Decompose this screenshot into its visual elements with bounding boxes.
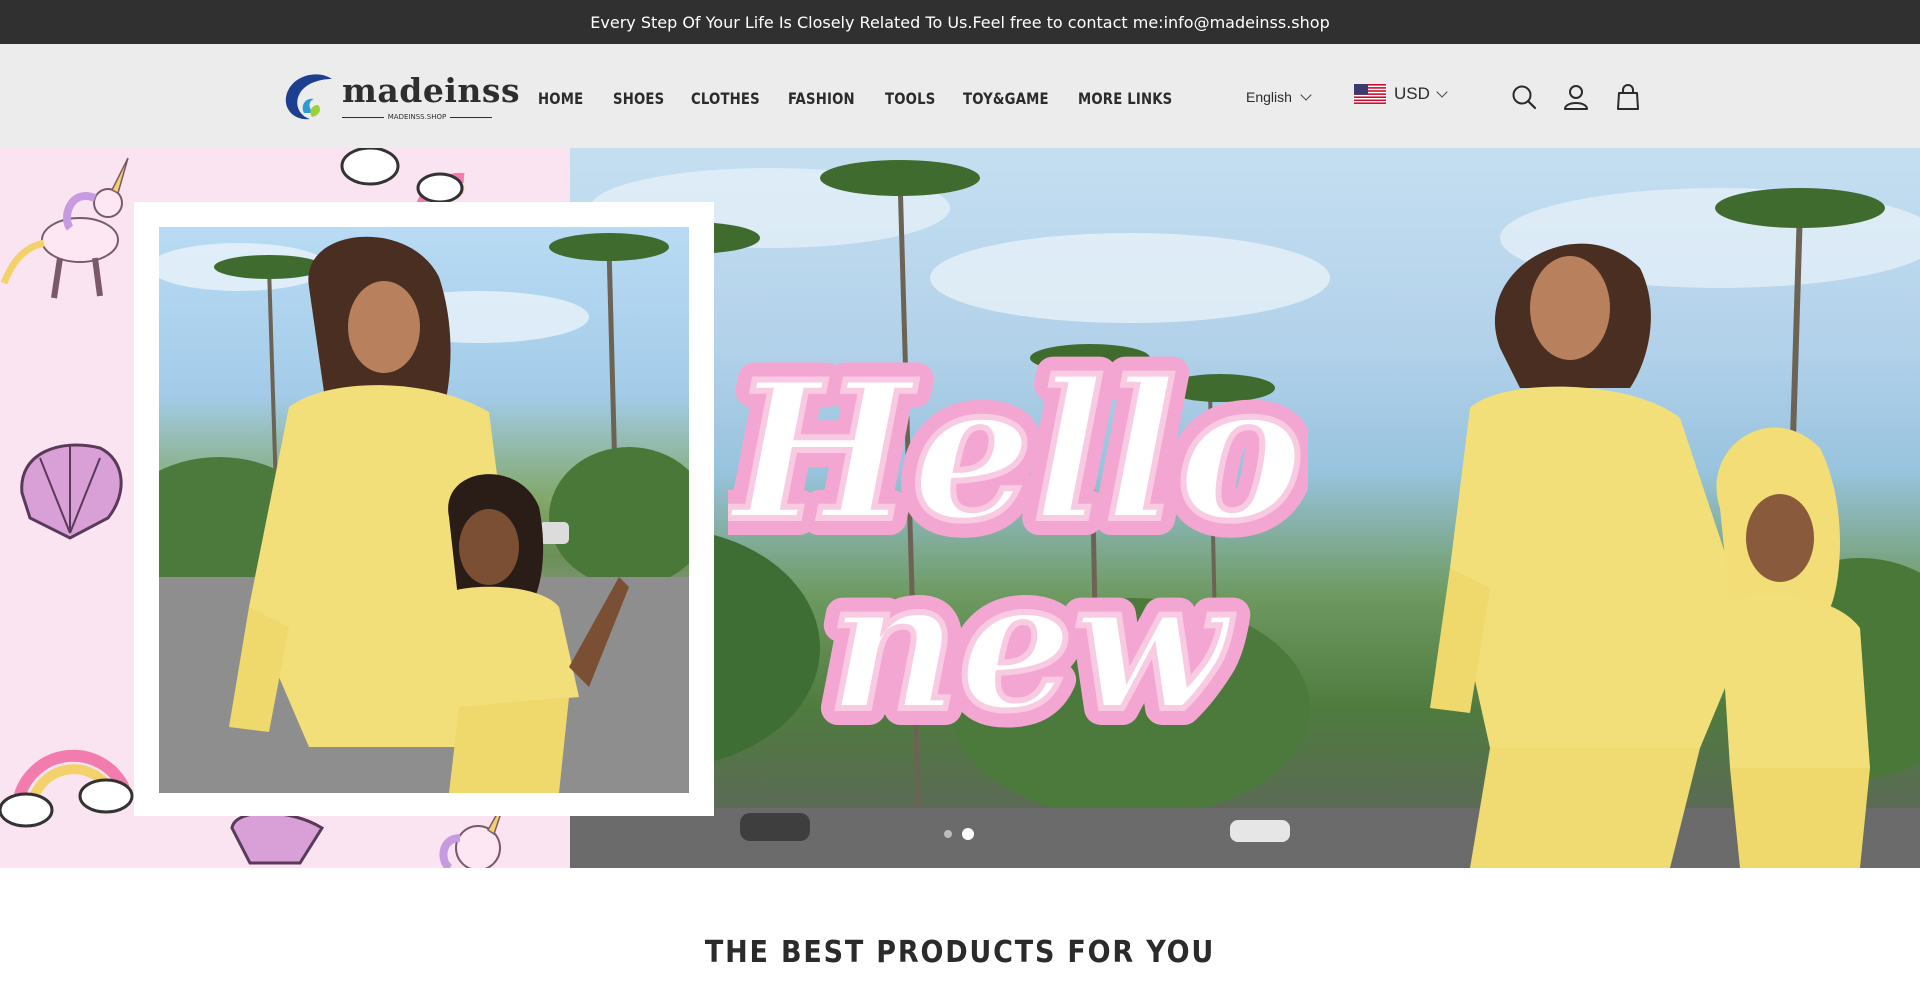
nav-item-clothes[interactable]: CLOTHES <box>691 89 760 108</box>
slide-dot-1[interactable] <box>944 830 952 838</box>
slider-pagination <box>944 828 974 840</box>
logo-emblem-icon <box>285 74 332 120</box>
hello-new-headline: Hello Hello new new <box>728 323 1308 743</box>
nav-item-fashion[interactable]: FASHION <box>788 89 855 108</box>
unicorn-sticker-icon <box>0 157 129 299</box>
svg-text:Hello: Hello <box>728 340 1304 563</box>
svg-text:new: new <box>828 540 1234 743</box>
currency-label: USD <box>1394 84 1430 103</box>
slide-dot-2[interactable] <box>962 828 974 840</box>
site-logo[interactable]: madeinss MADEINSS.SHOP <box>282 71 520 123</box>
hero-inset-photo <box>159 227 689 793</box>
nav-item-toy-game[interactable]: TOY&GAME <box>963 89 1049 108</box>
chevron-down-icon <box>1300 89 1312 101</box>
nav-item-more-links[interactable]: MORE LINKS <box>1078 89 1172 108</box>
chevron-down-icon <box>1436 86 1448 98</box>
nav-item-shoes[interactable]: SHOES <box>613 89 664 108</box>
user-icon[interactable] <box>1561 82 1591 112</box>
announcement-text: Every Step Of Your Life Is Closely Relat… <box>590 12 1330 32</box>
rainbow-sticker-icon <box>340 148 465 212</box>
language-label: English <box>1246 89 1292 105</box>
logo-subtitle: MADEINSS.SHOP <box>342 111 492 123</box>
seashell-sticker-icon <box>20 443 123 540</box>
language-selector[interactable]: English <box>1246 89 1312 105</box>
us-flag-icon <box>1354 84 1386 104</box>
logo-wordmark: madeinss <box>342 71 521 110</box>
seashell-sticker-icon <box>230 811 325 865</box>
currency-selector[interactable]: USD <box>1354 84 1448 104</box>
announcement-bar: Every Step Of Your Life Is Closely Relat… <box>0 0 1920 44</box>
nav-item-tools[interactable]: TOOLS <box>885 89 935 108</box>
search-icon[interactable] <box>1509 82 1539 112</box>
rainbow-sticker-icon <box>0 749 134 828</box>
site-header: madeinss MADEINSS.SHOP HOME SHOES CLOTHE… <box>0 44 1920 148</box>
nav-item-home[interactable]: HOME <box>538 89 583 108</box>
hero-banner[interactable]: Hello Hello new new <box>0 148 1920 868</box>
shopping-bag-icon[interactable] <box>1613 82 1643 112</box>
section-title: THE BEST PRODUCTS FOR YOU <box>704 935 1216 970</box>
